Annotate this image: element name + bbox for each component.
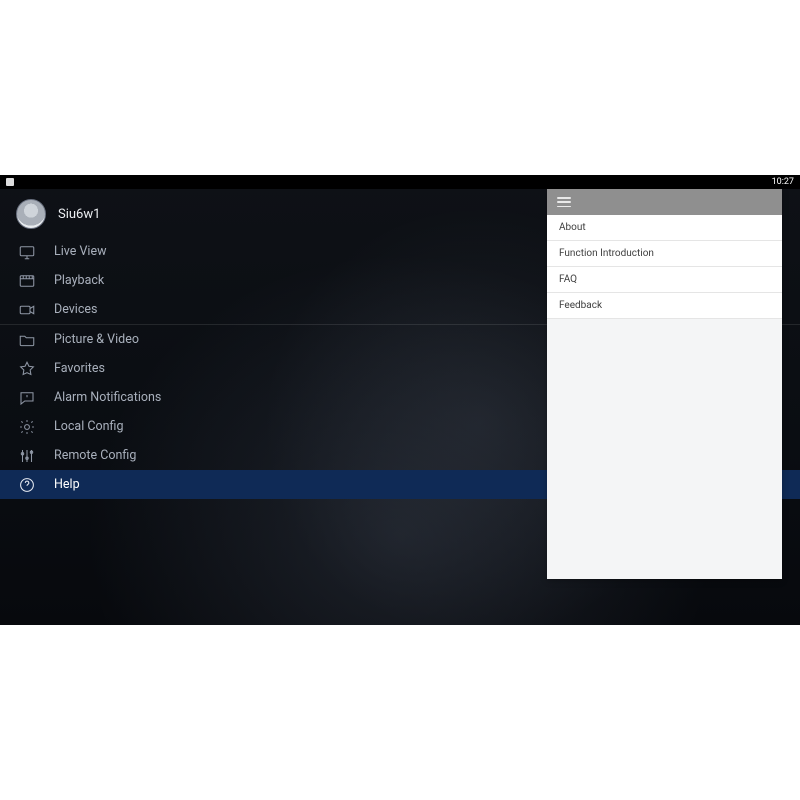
star-icon: [18, 360, 36, 378]
help-item-feedback[interactable]: Feedback: [547, 293, 782, 319]
sidebar-item-label: Local Config: [54, 419, 123, 434]
app-indicator-icon: [6, 178, 14, 186]
sliders-icon: [18, 447, 36, 465]
help-panel-header[interactable]: [547, 189, 782, 215]
help-panel-empty-area: [547, 319, 782, 579]
sidebar-item-label: Favorites: [54, 361, 105, 376]
gear-icon: [18, 418, 36, 436]
chat-alert-icon: [18, 389, 36, 407]
help-icon: [18, 476, 36, 494]
help-item-faq[interactable]: FAQ: [547, 267, 782, 293]
help-panel-list: About Function Introduction FAQ Feedback: [547, 215, 782, 319]
help-panel: About Function Introduction FAQ Feedback: [547, 189, 782, 579]
film-icon: [18, 272, 36, 290]
status-time: 10:27: [772, 177, 794, 187]
folder-icon: [18, 331, 36, 349]
status-bar: 10:27: [0, 175, 800, 189]
help-item-label: About: [559, 222, 586, 233]
sidebar-item-label: Remote Config: [54, 448, 136, 463]
camera-icon: [18, 301, 36, 319]
username: Siu6w1: [58, 207, 100, 222]
sidebar-item-label: Live View: [54, 244, 107, 259]
help-item-about[interactable]: About: [547, 215, 782, 241]
app-window: 10:27 Siu6w1 Live View Playback: [0, 175, 800, 625]
help-item-label: Feedback: [559, 300, 602, 311]
help-item-function-introduction[interactable]: Function Introduction: [547, 241, 782, 267]
menu-icon: [557, 197, 571, 207]
sidebar-item-label: Devices: [54, 302, 97, 317]
sidebar-item-label: Picture & Video: [54, 332, 139, 347]
avatar: [16, 199, 46, 229]
monitor-icon: [18, 243, 36, 261]
help-item-label: FAQ: [559, 274, 577, 285]
sidebar-item-label: Help: [54, 477, 80, 492]
sidebar-item-label: Playback: [54, 273, 104, 288]
sidebar-item-label: Alarm Notifications: [54, 390, 161, 405]
help-item-label: Function Introduction: [559, 248, 654, 259]
